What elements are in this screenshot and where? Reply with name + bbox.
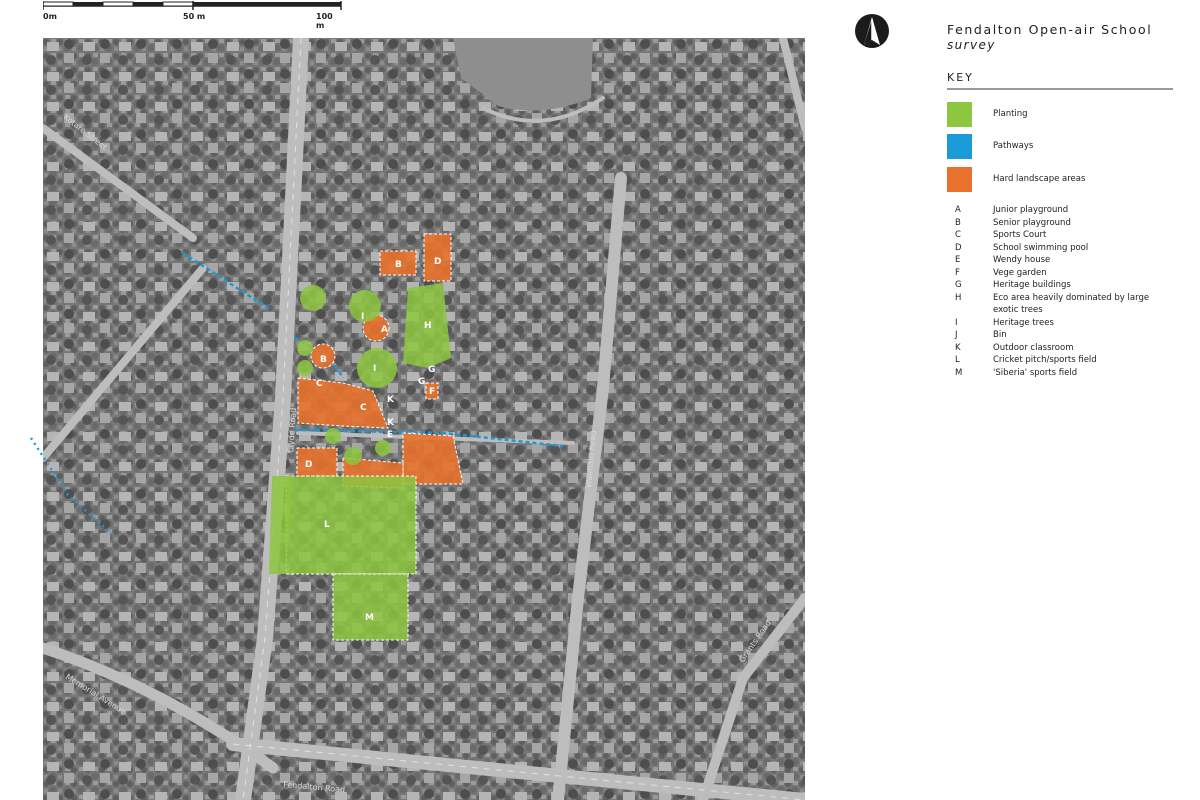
zone-letter-i1: I: [361, 312, 364, 322]
zone-desc: Senior playground: [993, 217, 1071, 228]
zone-desc: 'Siberia' sports field: [993, 367, 1078, 378]
scale-label-50: 50 m: [183, 12, 206, 21]
zone-code: C: [955, 230, 961, 240]
zone-letter-g1: G: [428, 365, 435, 375]
zone-desc: Wendy house: [993, 255, 1051, 265]
zone-desc: Heritage trees: [993, 317, 1054, 328]
zone-letter-g2: G: [418, 377, 425, 387]
zone-code: H: [955, 292, 962, 303]
legend-label: Pathways: [993, 141, 1034, 151]
zone-desc: Junior playground: [993, 205, 1069, 215]
zone-desc: Eco area heavily dominated by large exot…: [993, 292, 1150, 316]
zone-desc: Sports Court: [993, 230, 1047, 240]
zone-letter-f: F: [429, 387, 435, 397]
zone-letter-i2: I: [373, 364, 376, 374]
legend-item-hard-landscape: Hard landscape areas: [947, 167, 1187, 193]
zone-letter-k1: K: [387, 395, 395, 405]
aerial-map[interactable]: Clyde Road Fendalton Road Memorial Avenu…: [43, 38, 805, 800]
zone-letter-c2: C: [360, 403, 367, 413]
zone-letter-l: L: [324, 520, 330, 530]
zone-code: L: [955, 355, 960, 365]
zone-code: M: [955, 367, 963, 378]
zone-desc: Cricket pitch/sports field: [993, 355, 1097, 365]
zone-letter-k2: K: [387, 418, 395, 428]
legend-divider: [947, 88, 1173, 90]
zone-code: E: [955, 255, 961, 265]
zone-desc: Outdoor classroom: [993, 342, 1074, 353]
zone-letter-d1: D: [434, 257, 441, 267]
scale-label-100: 100 m: [316, 12, 333, 30]
zone-letter-m: M: [365, 613, 374, 623]
zone-code: D: [955, 242, 962, 253]
map-title: Fendalton Open-air School: [947, 22, 1153, 37]
zone-letter-h: H: [424, 321, 432, 331]
legend-item-planting: Planting: [947, 102, 1187, 128]
map-subtitle: survey: [947, 38, 996, 52]
scale-bar: 0m 50 m 100 m: [42, 0, 343, 30]
zone-letter-c1: C: [316, 379, 323, 389]
zone-desc: Heritage buildings: [993, 280, 1071, 290]
legend-label: Hard landscape areas: [993, 174, 1086, 184]
zone-letter-a: A: [381, 325, 388, 335]
hard-landscape-swatch: [947, 167, 972, 192]
zone-code: A: [955, 205, 961, 215]
north-arrow-icon: [854, 13, 890, 49]
pathways-swatch: [947, 134, 972, 159]
legend-heading: KEY: [947, 71, 974, 84]
zone-desc: School swimming pool: [993, 242, 1089, 253]
zone-letter-d2: D: [305, 460, 312, 470]
legend-item-pathways: Pathways: [947, 134, 1187, 160]
map-canvas: Clyde Road Fendalton Road Memorial Avenu…: [43, 38, 805, 800]
zone-code: J: [955, 330, 958, 340]
zone-code: I: [955, 317, 958, 328]
zone-letter-e: E: [387, 430, 393, 440]
zone-letter-b2: B: [320, 355, 327, 365]
zone-letter-b1: B: [395, 260, 402, 270]
planting-swatch: [947, 102, 972, 127]
zone-code: G: [955, 280, 962, 290]
zone-desc: Vege garden: [993, 267, 1047, 278]
zone-code: K: [955, 342, 961, 353]
legend-label: Planting: [993, 109, 1028, 119]
zone-code: F: [955, 267, 960, 278]
scale-label-0: 0m: [43, 12, 57, 21]
zone-desc: Bin: [993, 330, 1007, 340]
zone-code: B: [955, 217, 961, 228]
pathway-extension: [29, 437, 114, 536]
